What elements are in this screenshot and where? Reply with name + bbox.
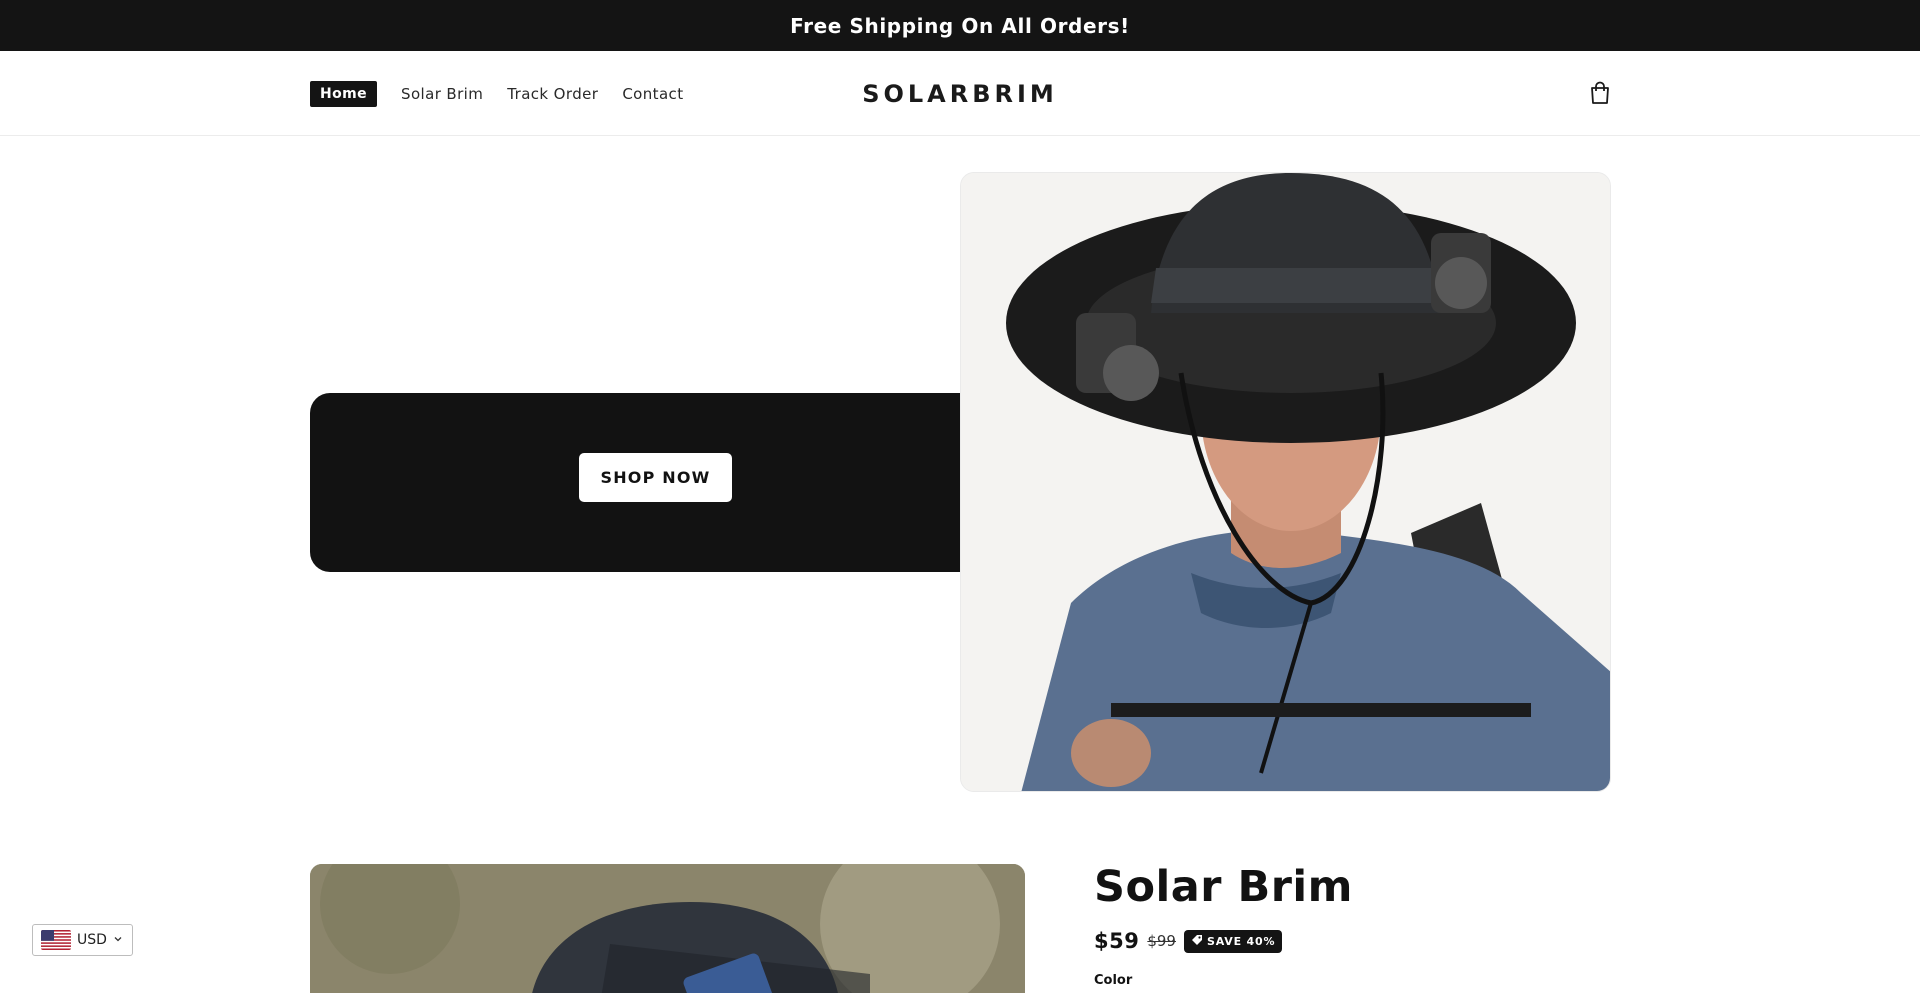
nav-item-home[interactable]: Home (310, 80, 378, 107)
save-badge: SAVE 40% (1183, 929, 1283, 953)
solar-hat-product-photo (310, 864, 1025, 993)
shopping-bag-icon[interactable] (1586, 79, 1614, 107)
save-badge-label: SAVE 40% (1206, 934, 1276, 948)
us-flag-icon (41, 930, 71, 950)
currency-code: USD (77, 932, 107, 948)
product-title: Solar Brim (1094, 862, 1353, 912)
color-option-label: Color (1094, 973, 1133, 988)
price-row: $59 $99 SAVE 40% (1094, 929, 1283, 953)
main-nav: Home Solar Brim Track Order Contact (310, 51, 683, 136)
site-header: Home Solar Brim Track Order Contact SOLA… (0, 51, 1920, 136)
shop-now-button[interactable]: SHOP NOW (579, 453, 732, 502)
nav-item-track-order[interactable]: Track Order (507, 81, 598, 107)
announcement-text: Free Shipping On All Orders! (790, 13, 1130, 38)
hero-banner: SHOP NOW (310, 393, 1001, 572)
site-logo[interactable]: SOLARBRIM (0, 51, 1920, 136)
announcement-bar: Free Shipping On All Orders! (0, 0, 1920, 51)
tag-icon (1191, 934, 1203, 949)
currency-selector[interactable]: USD (32, 924, 133, 956)
chevron-down-icon (113, 932, 123, 948)
nav-item-solar-brim[interactable]: Solar Brim (401, 81, 483, 107)
sale-price: $59 (1094, 929, 1140, 953)
compare-price: $99 (1147, 932, 1176, 950)
nav-item-contact[interactable]: Contact (622, 81, 683, 107)
man-wearing-solar-fan-hat-photo (960, 172, 1611, 792)
